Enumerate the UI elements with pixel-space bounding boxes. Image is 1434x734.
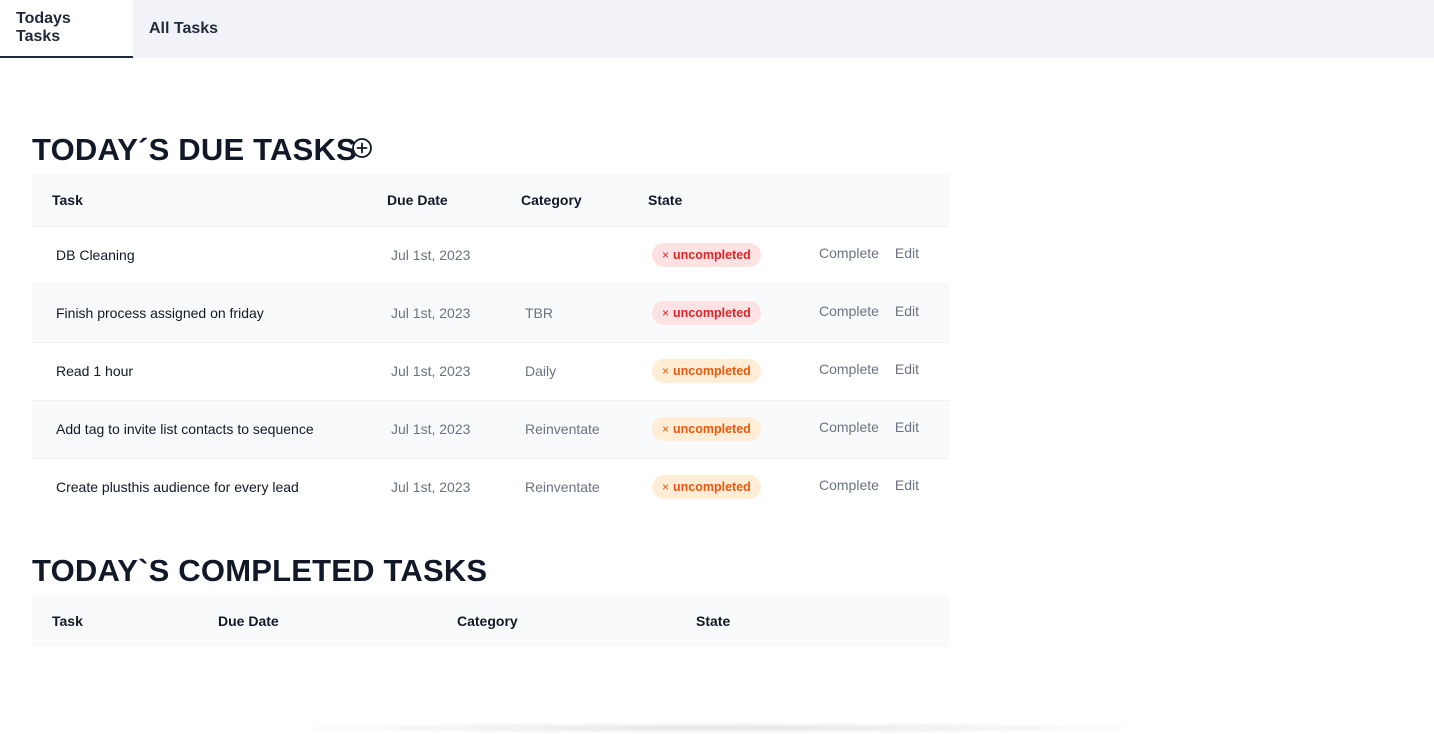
due-date: Jul 1st, 2023	[391, 421, 471, 437]
status-label: uncompleted	[673, 248, 751, 262]
actions-cell: Complete Edit	[795, 226, 949, 284]
column-header-due-date: Due Date	[387, 191, 448, 208]
tab-todays-tasks[interactable]: Todays Tasks	[0, 0, 133, 58]
complete-button[interactable]: Complete	[819, 419, 879, 435]
top-tab-bar: Todays Tasks All Tasks	[0, 0, 1434, 58]
state-cell: × uncompleted	[628, 226, 795, 284]
status-label: uncompleted	[673, 306, 751, 320]
category: TBR	[525, 305, 553, 321]
state-cell: × uncompleted	[628, 400, 795, 458]
status-label: uncompleted	[673, 364, 751, 378]
complete-button[interactable]: Complete	[819, 477, 879, 493]
edit-button[interactable]: Edit	[895, 477, 919, 493]
task-name: Read 1 hour	[56, 363, 134, 379]
actions-cell: Complete Edit	[795, 342, 949, 400]
table-row: Create plusthis audience for every lead …	[32, 458, 949, 516]
column-header-category: Category	[521, 191, 582, 208]
column-header-due-date: Due Date	[218, 613, 279, 629]
edit-button[interactable]: Edit	[895, 245, 919, 261]
edit-button[interactable]: Edit	[895, 419, 919, 435]
column-header-task: Task	[52, 613, 83, 629]
status-label: uncompleted	[673, 422, 751, 436]
due-tasks-title: TODAY´S DUE TASKS	[32, 132, 357, 167]
close-icon: ×	[662, 480, 670, 494]
category: Daily	[525, 363, 557, 379]
actions-cell: Complete Edit	[795, 284, 949, 342]
column-header-actions	[795, 174, 949, 226]
complete-button[interactable]: Complete	[819, 361, 879, 377]
actions-cell: Complete Edit	[795, 458, 949, 516]
table-row: Finish process assigned on friday Jul 1s…	[32, 284, 949, 342]
category: Reinventate	[525, 479, 600, 495]
task-name: Add tag to invite list contacts to seque…	[56, 421, 314, 437]
state-cell: × uncompleted	[628, 342, 795, 400]
edit-button[interactable]: Edit	[895, 303, 919, 319]
status-label: uncompleted	[673, 480, 751, 494]
due-date: Jul 1st, 2023	[391, 247, 471, 263]
table-row: Read 1 hour Jul 1st, 2023 Daily × uncomp…	[32, 342, 949, 400]
close-icon: ×	[662, 422, 670, 436]
due-date: Jul 1st, 2023	[391, 305, 471, 321]
bottom-shadow	[260, 722, 1180, 734]
plus-circle-icon[interactable]	[351, 137, 373, 159]
complete-button[interactable]: Complete	[819, 245, 879, 261]
completed-tasks-title: TODAY`S COMPLETED TASKS	[32, 553, 488, 588]
state-cell: × uncompleted	[628, 284, 795, 342]
close-icon: ×	[662, 364, 670, 378]
status-badge: × uncompleted	[652, 417, 761, 441]
due-date: Jul 1st, 2023	[391, 363, 471, 379]
due-date: Jul 1st, 2023	[391, 479, 471, 495]
due-tasks-table: Task Due Date Category State DB Cleaning…	[32, 174, 949, 516]
task-name: Create plusthis audience for every lead	[56, 479, 299, 495]
task-name: Finish process assigned on friday	[56, 305, 264, 321]
table-header-row: Task Due Date Category State	[32, 595, 949, 647]
tab-all-tasks[interactable]: All Tasks	[133, 0, 234, 58]
status-badge: × uncompleted	[652, 301, 761, 325]
column-header-category: Category	[457, 613, 518, 629]
complete-button[interactable]: Complete	[819, 303, 879, 319]
column-header-task: Task	[52, 191, 83, 208]
category	[501, 226, 628, 284]
category: Reinventate	[525, 421, 600, 437]
column-header-state: State	[648, 191, 683, 208]
status-badge: × uncompleted	[652, 243, 761, 267]
table-row: Add tag to invite list contacts to seque…	[32, 400, 949, 458]
actions-cell: Complete Edit	[795, 400, 949, 458]
task-name: DB Cleaning	[56, 247, 135, 263]
table-header-row: Task Due Date Category State	[32, 174, 949, 226]
edit-button[interactable]: Edit	[895, 361, 919, 377]
status-badge: × uncompleted	[652, 359, 761, 383]
close-icon: ×	[662, 306, 670, 320]
table-row: DB Cleaning Jul 1st, 2023 × uncompleted …	[32, 226, 949, 284]
status-badge: × uncompleted	[652, 475, 761, 499]
state-cell: × uncompleted	[628, 458, 795, 516]
close-icon: ×	[662, 248, 670, 262]
column-header-state: State	[696, 613, 731, 629]
completed-tasks-table: Task Due Date Category State	[32, 595, 949, 647]
